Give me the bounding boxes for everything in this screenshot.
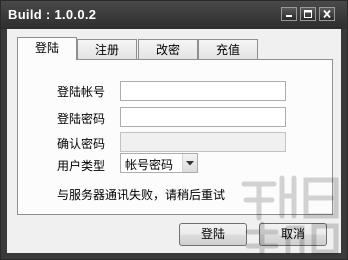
close-icon xyxy=(323,9,331,19)
user-type-label: 用户类型 xyxy=(57,159,106,173)
dropdown-button[interactable] xyxy=(182,154,197,172)
account-input[interactable] xyxy=(120,81,286,101)
dialog-body: 登陆 注册 改密 充值 登陆帐号 登陆密码 确认密码 用户类型 帐号密码 与服务… xyxy=(7,29,341,253)
confirm-password-input xyxy=(120,132,286,152)
tab-change-password[interactable]: 改密 xyxy=(138,39,198,59)
chevron-down-icon xyxy=(186,161,194,166)
tab-register[interactable]: 注册 xyxy=(77,39,137,59)
account-label: 登陆帐号 xyxy=(57,85,106,99)
login-button[interactable]: 登陆 xyxy=(179,223,247,246)
tab-recharge[interactable]: 充值 xyxy=(198,39,258,59)
maximize-icon xyxy=(304,10,312,18)
window-title: Build : 1.0.0.2 xyxy=(8,7,97,22)
status-message: 与服务器通讯失败，请稍后重试 xyxy=(57,188,226,202)
password-input[interactable] xyxy=(120,107,286,127)
minimize-icon xyxy=(286,15,292,17)
close-button[interactable] xyxy=(319,7,335,21)
user-type-select[interactable]: 帐号密码 xyxy=(120,153,198,173)
tab-login[interactable]: 登陆 xyxy=(17,37,77,60)
confirm-password-label: 确认密码 xyxy=(57,137,106,151)
cancel-button[interactable]: 取消 xyxy=(259,223,327,246)
password-label: 登陆密码 xyxy=(57,112,106,126)
login-window: Build : 1.0.0.2 登陆 注册 改密 充值 登陆帐号 登陆密码 确认… xyxy=(0,0,348,260)
user-type-value: 帐号密码 xyxy=(125,158,174,172)
title-bar[interactable]: Build : 1.0.0.2 xyxy=(1,1,347,29)
minimize-button[interactable] xyxy=(281,7,297,21)
maximize-button[interactable] xyxy=(300,7,316,21)
